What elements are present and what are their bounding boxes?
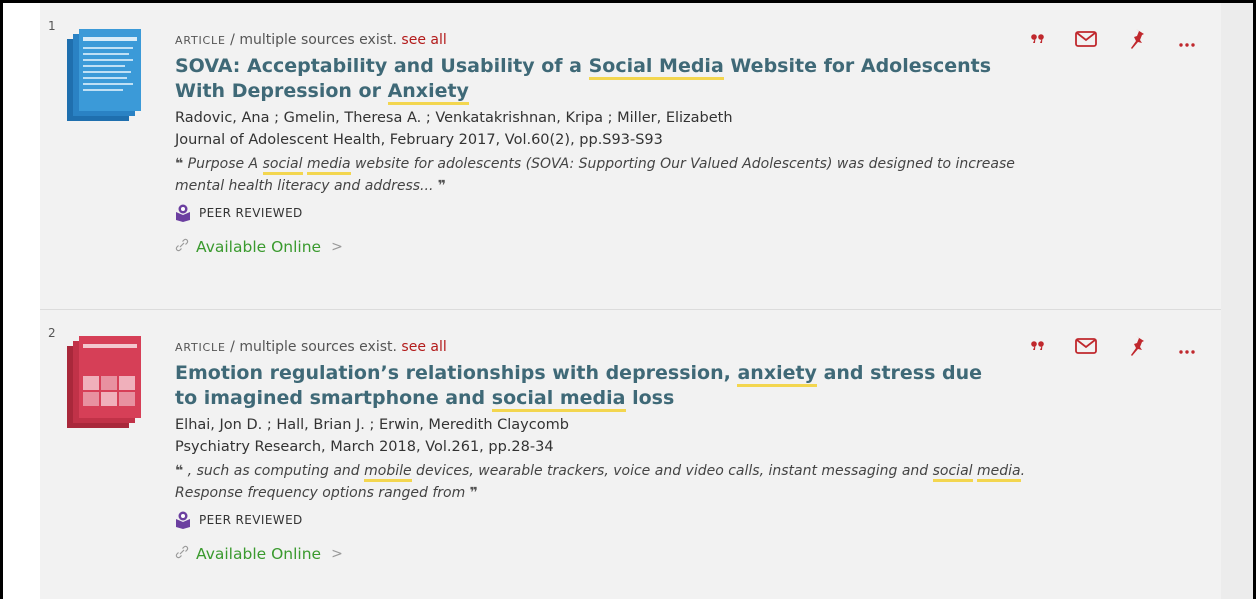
chevron-right-icon: > [331,239,343,255]
quote-icon[interactable] [1030,338,1046,357]
journal-cover-thumbnail[interactable] [65,336,151,432]
title-text: With Depression or [175,80,388,102]
pin-icon[interactable] [1129,335,1147,361]
snippet-text: Response frequency options ranged from [175,485,470,501]
result-item: 2 Article / multiple sources exist. see … [40,309,1221,615]
result-number: 1 [48,19,56,33]
chevron-right-icon: > [331,546,343,562]
snippet-highlight: social [262,156,303,175]
snippet-text: website for adolescents (SOVA: Supportin… [350,156,1015,172]
left-gutter [3,3,40,599]
title-text: SOVA: Acceptability and Usability of a [175,55,589,77]
result-authors: Radovic, Ana ; Gmelin, Theresa A. ; Venk… [175,110,733,126]
result-type-line: Article / multiple sources exist. see al… [175,31,1125,50]
snippet-text: , such as computing and [183,463,365,479]
see-all-link[interactable]: see all [401,339,446,355]
peer-reviewed-badge: PEER REVIEWED [175,510,1125,530]
result-source: Journal of Adolescent Health, February 2… [175,132,663,148]
snippet-highlight: mobile [364,463,412,482]
title-highlight: Social Media [588,55,724,80]
snippet-text: devices, wearable trackers, voice and vi… [411,463,933,479]
title-highlight: Anxiety [387,80,469,105]
peer-reviewed-badge: PEER REVIEWED [175,203,1125,223]
available-online-link[interactable]: Available Online > [175,238,1125,256]
quote-icon[interactable] [1030,31,1046,50]
close-quote-icon: ❞ [469,485,478,501]
close-quote-icon: ❞ [437,178,447,194]
snippet-highlight: media [306,156,351,175]
more-icon[interactable] [1178,340,1196,359]
results-list: 1 Article / multiple sources exist. see … [40,3,1221,599]
result-type: Article [175,341,226,354]
snippet-text: . [1020,463,1026,479]
result-actions [1030,335,1215,361]
open-quote-icon: ❝ [175,463,184,479]
result-type: Article [175,34,226,47]
snippet-highlight: social [932,463,973,482]
result-content: Article / multiple sources exist. see al… [175,31,1125,256]
title-highlight: anxiety [737,362,817,387]
peer-reviewed-label: PEER REVIEWED [199,513,303,527]
see-all-link[interactable]: see all [401,32,446,48]
peer-reviewed-icon [176,204,190,222]
result-actions [1030,28,1215,54]
result-item: 1 Article / multiple sources exist. see … [40,3,1221,308]
result-snippet: ❝ Purpose A social media website for ado… [175,153,1125,197]
title-text: loss [625,387,675,409]
more-icon[interactable] [1178,33,1196,52]
journal-cover-thumbnail[interactable] [65,29,151,125]
available-online-label: Available Online [196,545,322,563]
pin-icon[interactable] [1129,28,1147,54]
snippet-text: Purpose A [183,156,263,172]
title-text: to imagined smartphone and [175,387,492,409]
title-highlight: social media [491,387,626,412]
sources-note: / multiple sources exist. [225,32,402,48]
result-number: 2 [48,326,56,340]
result-title[interactable]: Emotion regulation’s relationships with … [175,361,1125,412]
peer-reviewed-icon [176,511,190,529]
result-authors: Elhai, Jon D. ; Hall, Brian J. ; Erwin, … [175,417,569,433]
result-type-line: Article / multiple sources exist. see al… [175,338,1125,357]
email-icon[interactable] [1075,31,1097,51]
sources-note: / multiple sources exist. [225,339,402,355]
link-icon [175,545,189,563]
peer-reviewed-label: PEER REVIEWED [199,206,303,220]
link-icon [175,238,189,256]
open-quote-icon: ❝ [175,156,184,172]
result-content: Article / multiple sources exist. see al… [175,338,1125,563]
title-text: Emotion regulation’s relationships with … [175,362,738,384]
snippet-text: mental health literacy and address... [175,178,438,194]
title-text: Website for Adolescents [723,55,992,77]
result-title[interactable]: SOVA: Acceptability and Usability of a S… [175,54,1125,105]
result-source: Psychiatry Research, March 2018, Vol.261… [175,439,554,455]
snippet-highlight: media [977,463,1021,482]
available-online-label: Available Online [196,238,322,256]
available-online-link[interactable]: Available Online > [175,545,1125,563]
title-text: and stress due [816,362,983,384]
result-snippet: ❝ , such as computing and mobile devices… [175,460,1125,504]
right-gutter [1221,3,1253,599]
email-icon[interactable] [1075,338,1097,358]
